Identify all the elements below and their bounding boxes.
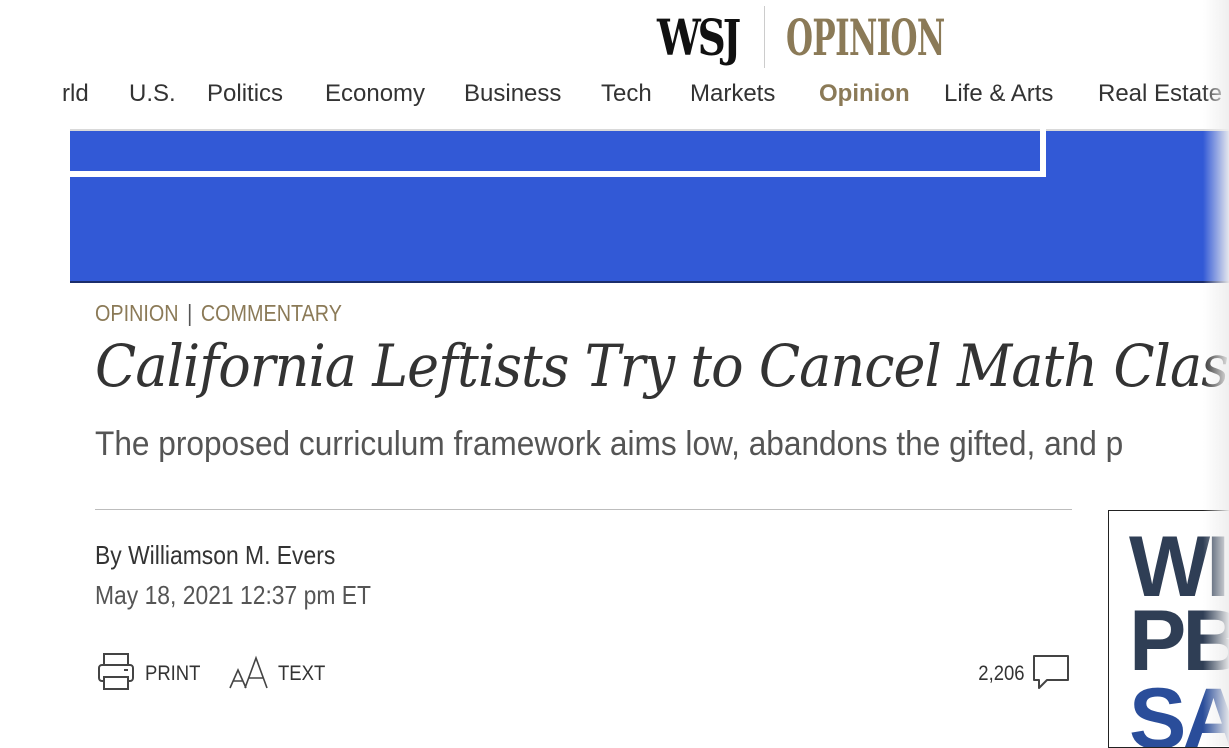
print-button[interactable]: PRINT	[97, 652, 208, 696]
nav-item-markets[interactable]: Markets	[690, 80, 775, 108]
nav-item-real-estate[interactable]: Real Estate	[1098, 80, 1222, 108]
article-kicker: OPINION | COMMENTARY	[95, 300, 342, 327]
comment-count: 2,206	[978, 662, 1025, 685]
kicker-section-link[interactable]: OPINION	[95, 300, 179, 326]
printer-icon	[97, 652, 135, 697]
byline-prefix: By	[95, 540, 122, 570]
nav-item-world[interactable]: rld	[62, 80, 89, 108]
kicker-type-link[interactable]: COMMENTARY	[201, 300, 342, 326]
publish-timestamp: May 18, 2021 12:37 pm ET	[95, 580, 371, 610]
comments-button[interactable]: 2,206	[972, 652, 1071, 696]
opinion-section-logo[interactable]: OPINION	[786, 8, 945, 67]
byline: By Williamson M. Evers	[95, 540, 335, 571]
ad-text-line-2: PB	[1129, 593, 1229, 689]
print-label: PRINT	[145, 662, 201, 685]
text-size-icon	[228, 652, 270, 697]
text-size-button[interactable]: TEXT	[228, 652, 332, 696]
advertisement[interactable]: WI PB SA	[1108, 510, 1229, 748]
kicker-separator: |	[187, 300, 193, 326]
wsj-logo[interactable]: WSJ	[657, 8, 741, 67]
speech-bubble-icon	[1031, 652, 1071, 697]
nav-item-economy[interactable]: Economy	[325, 80, 425, 108]
article-divider	[95, 509, 1072, 510]
nav-item-politics[interactable]: Politics	[207, 80, 283, 108]
hero-image	[70, 127, 1229, 283]
hero-image-frame-line	[70, 127, 1046, 177]
nav-item-business[interactable]: Business	[464, 80, 561, 108]
ad-text-line-3: SA	[1129, 671, 1229, 748]
logo-divider	[764, 6, 765, 68]
nav-item-tech[interactable]: Tech	[601, 80, 652, 108]
masthead: WSJ OPINION	[0, 4, 1229, 72]
nav-item-us[interactable]: U.S.	[129, 80, 176, 108]
nav-item-opinion[interactable]: Opinion	[819, 80, 910, 108]
article-dek: The proposed curriculum framework aims l…	[95, 425, 1124, 463]
text-label: TEXT	[278, 662, 326, 685]
nav-item-life-arts[interactable]: Life & Arts	[944, 80, 1053, 108]
article-headline: California Leftists Try to Cancel Math C…	[95, 332, 1229, 400]
section-nav: rld U.S. Politics Economy Business Tech …	[0, 80, 1229, 116]
author-link[interactable]: Williamson M. Evers	[128, 540, 335, 570]
